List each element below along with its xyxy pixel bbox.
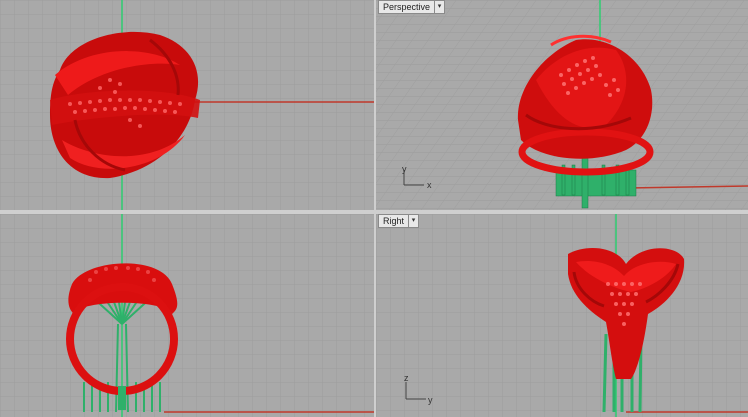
viewport-title-perspective[interactable]: Perspective ▾ xyxy=(378,0,446,14)
axis-label-x: x xyxy=(427,180,432,190)
grid-canvas xyxy=(0,214,374,417)
chevron-down-icon[interactable]: ▾ xyxy=(434,1,444,13)
axis-label-y: y xyxy=(402,164,407,174)
chevron-down-icon[interactable]: ▾ xyxy=(408,215,418,227)
axis-label-z: z xyxy=(404,373,409,383)
viewport-title-label: Perspective xyxy=(383,2,431,12)
viewport-perspective[interactable]: y x Perspective ▾ xyxy=(376,0,748,210)
grid-canvas xyxy=(0,0,374,210)
grid-canvas: z y xyxy=(376,214,748,417)
viewport-top-left[interactable] xyxy=(0,0,374,210)
axis-label-y: y xyxy=(428,395,433,405)
viewport-title-label: Right xyxy=(383,216,405,226)
viewport-title-right[interactable]: Right ▾ xyxy=(378,214,420,228)
rhino-four-viewport-layout: y x Perspective ▾ z y Right ▾ xyxy=(0,0,748,417)
grid-canvas: y x xyxy=(376,0,748,210)
viewport-right[interactable]: z y Right ▾ xyxy=(376,214,748,417)
viewport-bottom-left[interactable] xyxy=(0,214,374,417)
